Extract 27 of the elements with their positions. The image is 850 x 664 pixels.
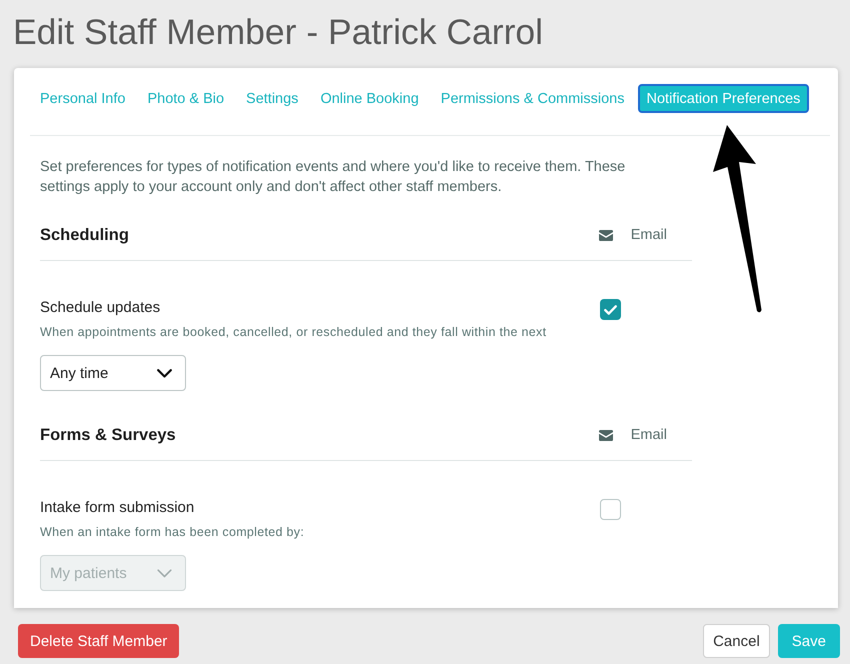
save-button[interactable]: Save (778, 624, 840, 658)
tab[interactable]: Notification Preferences (638, 84, 810, 113)
page-title: Edit Staff Member - Patrick Carrol (13, 11, 544, 54)
preference-label: Intake form submission (40, 498, 196, 518)
tab[interactable]: Photo & Bio (138, 84, 234, 113)
chevron-down-icon (157, 368, 172, 378)
tab[interactable]: Online Booking (311, 84, 428, 113)
preference-description: When appointments are booked, cancelled, or rescheduled and they fall within the next (40, 324, 548, 341)
preference-description: When an intake form has been completed by: (40, 524, 306, 541)
chevron-down-icon (157, 568, 172, 578)
envelope-icon (598, 230, 613, 240)
channel-label: Email (630, 427, 667, 443)
envelope-icon (598, 430, 613, 440)
checkbox[interactable] (600, 499, 621, 520)
dropdown[interactable]: Any time (40, 355, 186, 391)
intro-text: Set preferences for types of notification events and where you'd like to receive them. These settings apply to your account only and don't affect other staff members. (40, 158, 626, 197)
section-title: Scheduling (40, 226, 130, 244)
tab[interactable]: Settings (237, 84, 308, 113)
tab[interactable]: Personal Info (31, 84, 134, 113)
cancel-button[interactable]: Cancel (703, 624, 770, 658)
checkmark-icon (604, 304, 617, 314)
delete-button[interactable]: Delete Staff Member (18, 624, 180, 658)
checkbox[interactable] (600, 299, 621, 320)
section-title: Forms & Surveys (40, 426, 177, 444)
tab[interactable]: Permissions & Commissions (432, 84, 634, 113)
preference-label: Schedule updates (40, 298, 162, 318)
channel-label: Email (630, 227, 667, 243)
